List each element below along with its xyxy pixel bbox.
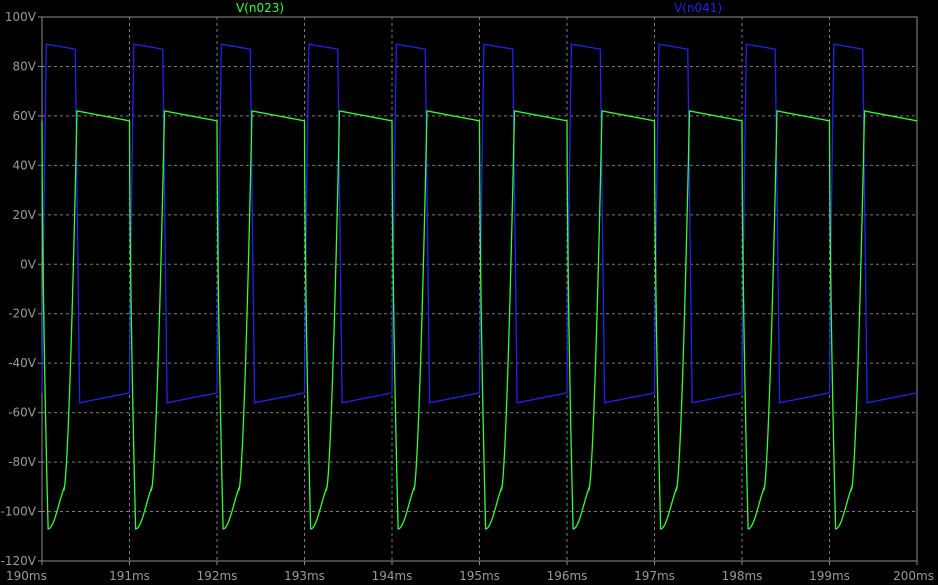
y-tick-label: 80V	[13, 59, 37, 73]
x-tick-label: 200ms	[893, 569, 934, 583]
y-tick-label: -20V	[8, 307, 37, 321]
y-tick-label: 40V	[13, 158, 37, 172]
y-tick-label: 60V	[13, 109, 37, 123]
y-tick-label: -100V	[1, 505, 37, 519]
y-tick-label: -120V	[1, 554, 37, 568]
y-tick-label: 0V	[20, 257, 37, 271]
x-tick-label: 193ms	[284, 569, 325, 583]
y-tick-label: -60V	[8, 406, 37, 420]
y-tick-label: 100V	[5, 10, 37, 24]
legend-entry-v-n023[interactable]: V(n023)	[236, 1, 284, 15]
y-tick-label: -40V	[8, 356, 37, 370]
x-tick-label: 199ms	[809, 569, 850, 583]
x-tick-label: 194ms	[372, 569, 413, 583]
x-tick-label: 190ms	[6, 569, 47, 583]
y-tick-label: -80V	[8, 455, 37, 469]
x-tick-label: 198ms	[722, 569, 763, 583]
x-tick-label: 196ms	[547, 569, 588, 583]
waveform-plot: 100V 80V 60V 40V 20V 0V -20V -40V -60V -80V -100V -…	[0, 0, 938, 585]
legend-entry-v-n041[interactable]: V(n041)	[674, 1, 722, 15]
y-tick-label: 20V	[13, 208, 37, 222]
x-tick-label: 195ms	[459, 569, 500, 583]
x-tick-label: 191ms	[109, 569, 150, 583]
x-tick-label: 197ms	[634, 569, 675, 583]
x-tick-label: 192ms	[197, 569, 238, 583]
plot-background	[0, 0, 938, 585]
